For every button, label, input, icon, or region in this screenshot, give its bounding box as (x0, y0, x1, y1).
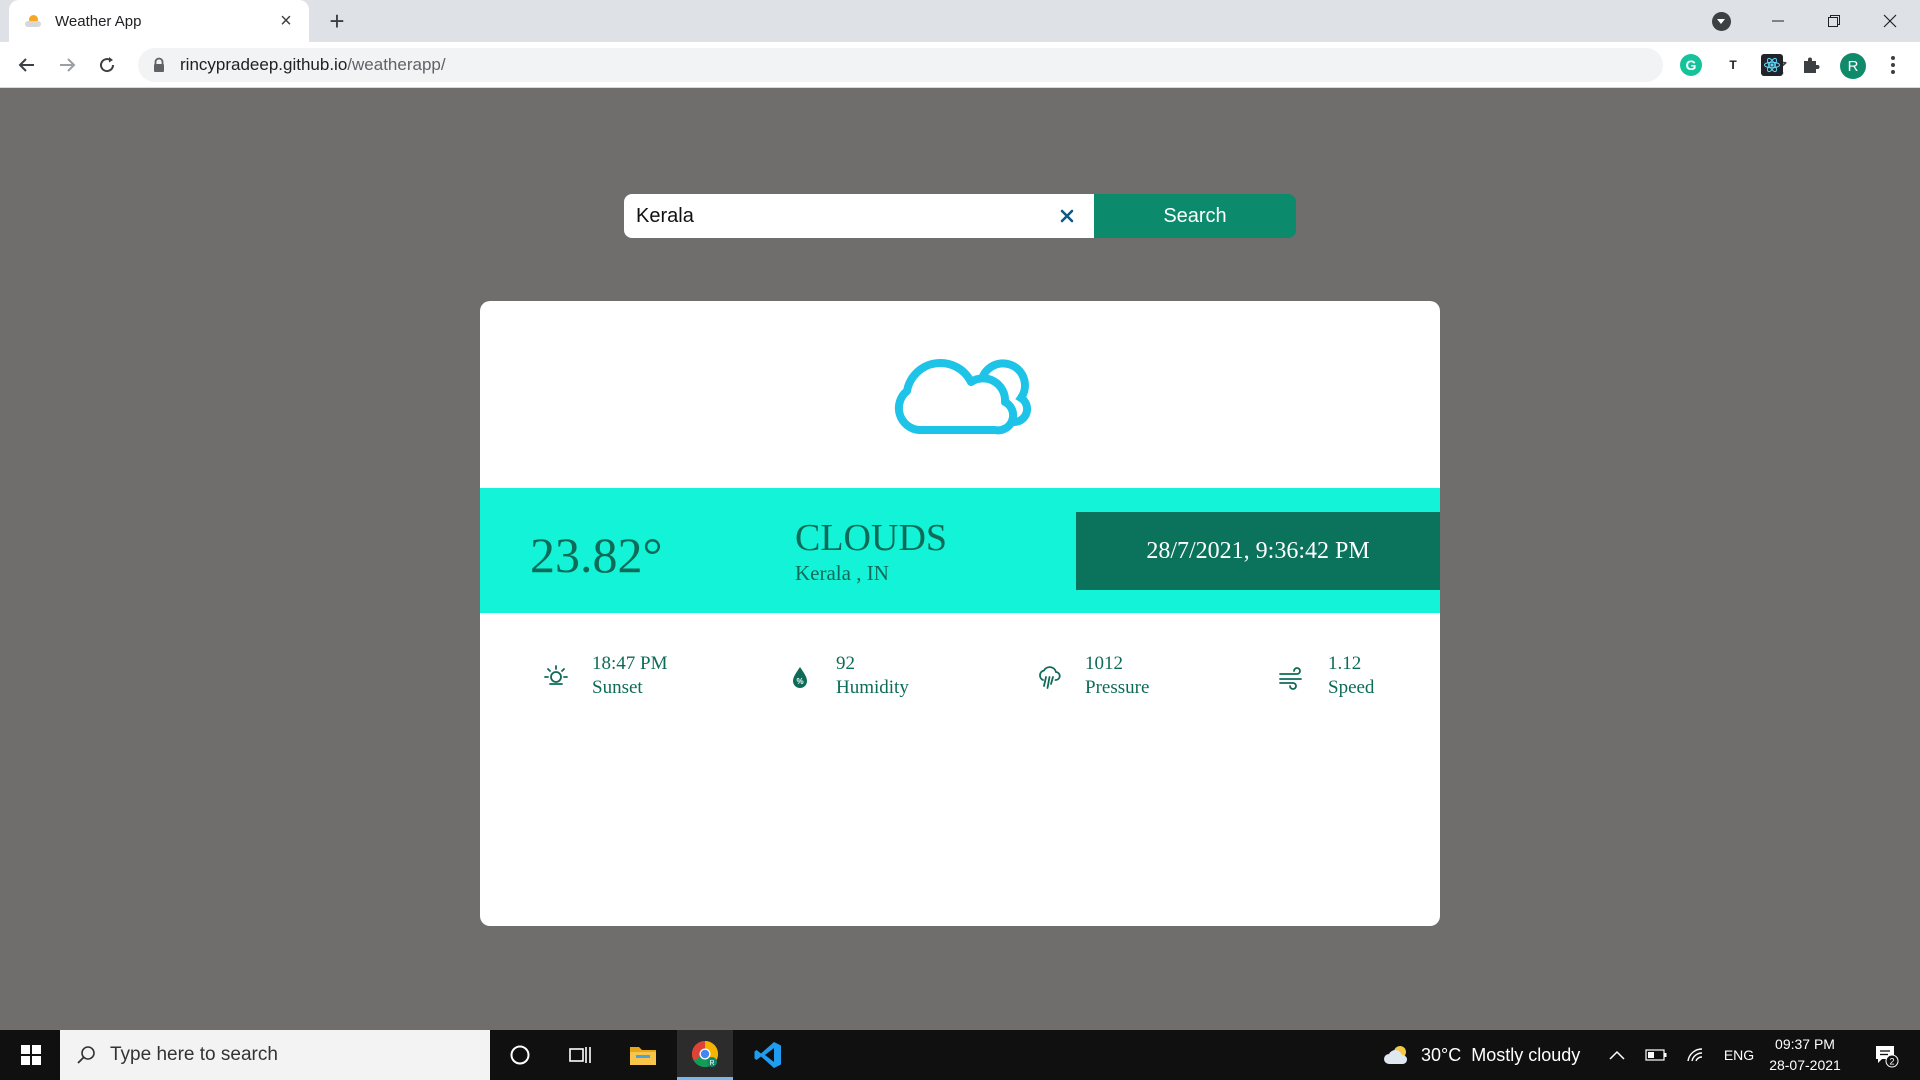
wifi-indicator[interactable] (1682, 1030, 1710, 1080)
show-hidden-icons[interactable] (1604, 1030, 1630, 1080)
taskbar-weather-text: 30°C Mostly cloudy (1421, 1044, 1581, 1065)
wind-label: Speed (1328, 677, 1375, 698)
reload-icon (100, 57, 115, 73)
weather-summary-band: 23.82° CLOUDS Kerala , IN 28/7/2021, 9:3… (480, 488, 1440, 613)
sunset-label: Sunset (592, 677, 643, 698)
datetime-box: 28/7/2021, 9:36:42 PM (1076, 512, 1440, 590)
chrome-icon: R (691, 1040, 719, 1067)
svg-text:R: R (709, 1060, 714, 1067)
lock-icon (154, 57, 164, 72)
folder-icon (630, 1047, 656, 1065)
chevron-up-icon (1609, 1050, 1625, 1060)
taskbar-clock[interactable]: 09:37 PM 28-07-2021 (1762, 1034, 1848, 1076)
humidity-icon: % (793, 667, 807, 688)
search-bar: Search (624, 194, 1296, 238)
grammarly-extension-icon[interactable]: G (1680, 54, 1702, 76)
pressure-icon (1039, 666, 1061, 689)
browser-menu-icon[interactable] (1882, 54, 1904, 76)
pressure-value: 1012 (1085, 653, 1123, 674)
forward-button[interactable] (52, 50, 82, 80)
close-window-button[interactable] (1862, 0, 1918, 42)
notification-center-button[interactable]: 2 (1866, 1030, 1906, 1080)
sunset-value: 18:47 PM (592, 653, 668, 674)
minimize-icon (1772, 20, 1784, 22)
temperature-value: 23.82° (530, 527, 663, 583)
new-tab-button[interactable]: + (322, 6, 352, 36)
tab-strip: Weather App × + (0, 0, 1920, 42)
clock-time: 09:37 PM (1775, 1036, 1835, 1052)
extensions-puzzle-icon[interactable] (1800, 54, 1822, 76)
battery-icon (1645, 1049, 1667, 1061)
vscode-icon (754, 1042, 781, 1068)
wind-icon (1279, 667, 1302, 690)
sunset-icon (544, 665, 568, 685)
clouds-icon (894, 358, 1032, 435)
language-indicator[interactable]: ENG (1720, 1030, 1758, 1080)
arrow-right-icon (60, 58, 76, 72)
file-explorer-button[interactable] (615, 1030, 671, 1080)
humidity-value: 92 (836, 653, 855, 674)
weather-favicon-icon (25, 13, 41, 29)
pressure-label: Pressure (1085, 677, 1150, 698)
address-bar[interactable]: rincypradeep.github.io/weatherapp/ (138, 48, 1787, 82)
arrow-left-icon (18, 58, 34, 72)
wind-value: 1.12 (1328, 653, 1362, 674)
windows-logo-icon (21, 1045, 41, 1065)
url-text: rincypradeep.github.io/weatherapp/ (180, 55, 446, 74)
clear-search-icon[interactable] (1056, 205, 1078, 227)
cloud-icon (1384, 1046, 1408, 1064)
taskbar: Type here to search R 30°C Mostly cloudy… (0, 1030, 1920, 1080)
city-search-input[interactable] (624, 194, 1094, 238)
battery-indicator[interactable] (1642, 1030, 1670, 1080)
restore-button[interactable] (1806, 0, 1862, 42)
close-icon (1883, 14, 1897, 28)
minimize-button[interactable] (1750, 0, 1806, 42)
chrome-taskbar-button[interactable]: R (677, 1030, 733, 1080)
task-view-button[interactable] (552, 1030, 608, 1080)
taskbar-search-placeholder: Type here to search (110, 1044, 278, 1065)
restore-icon (1828, 15, 1840, 27)
tab-title: Weather App (55, 12, 142, 30)
t-extension-icon[interactable]: T (1722, 54, 1744, 76)
reload-button[interactable] (92, 50, 122, 80)
react-devtools-icon[interactable] (1761, 54, 1783, 76)
weather-condition: CLOUDS (795, 517, 948, 559)
search-icon (77, 1046, 95, 1064)
cortana-button[interactable] (492, 1030, 548, 1080)
cortana-icon (510, 1045, 530, 1065)
clock-date: 28-07-2021 (1769, 1057, 1841, 1073)
browser-toolbar: rincypradeep.github.io/weatherapp/ G T R (0, 42, 1920, 88)
weather-stats: 18:47 PM Sunset % 92 Humidity 1012 Press… (480, 653, 1440, 713)
notification-icon: 2 (1876, 1046, 1899, 1068)
weather-card: 23.82° CLOUDS Kerala , IN 28/7/2021, 9:3… (480, 301, 1440, 926)
profile-avatar[interactable]: R (1840, 53, 1866, 79)
browser-tab[interactable]: Weather App × (9, 0, 309, 42)
svg-text:%: % (796, 677, 803, 686)
vscode-taskbar-button[interactable] (740, 1030, 796, 1080)
back-button[interactable] (12, 50, 42, 80)
humidity-label: Humidity (836, 677, 909, 698)
tab-close-icon[interactable]: × (275, 10, 297, 33)
start-button[interactable] (10, 1030, 52, 1080)
notification-count: 2 (1889, 1057, 1894, 1067)
wifi-icon (1687, 1048, 1703, 1062)
search-button[interactable]: Search (1094, 194, 1296, 238)
taskbar-search-box[interactable]: Type here to search (60, 1030, 490, 1080)
task-view-icon (569, 1047, 591, 1063)
taskbar-weather-widget[interactable]: 30°C Mostly cloudy (1383, 1030, 1580, 1080)
location-text: Kerala , IN (795, 561, 889, 585)
tab-search-icon[interactable] (1712, 12, 1731, 31)
